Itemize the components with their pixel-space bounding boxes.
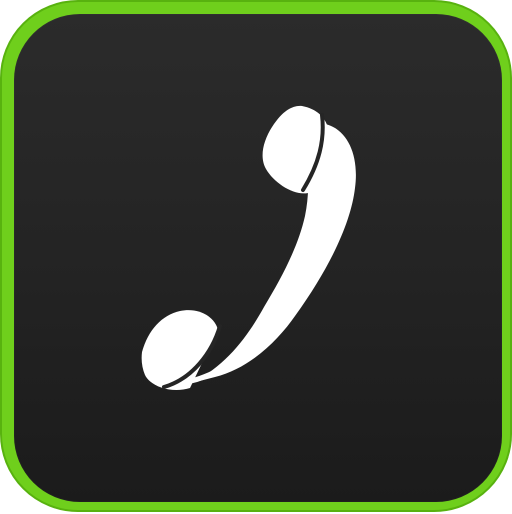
phone-app-icon[interactable] [0,0,512,512]
phone-handset-icon [141,105,356,391]
